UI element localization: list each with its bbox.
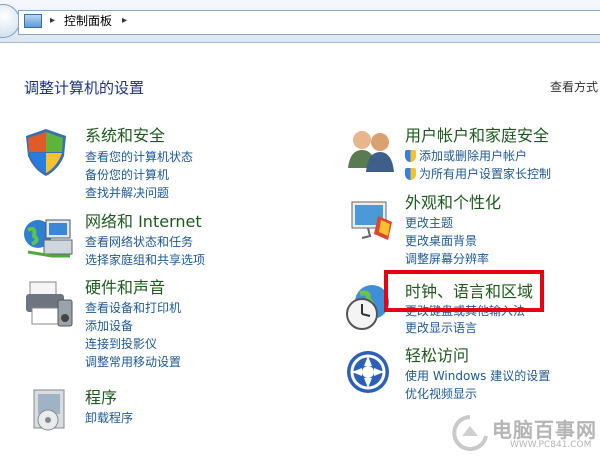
programs-icon[interactable] bbox=[28, 388, 72, 432]
breadcrumb-arrow-icon[interactable]: ▸ bbox=[50, 14, 55, 28]
category-title-ease-of-access[interactable]: 轻松访问 bbox=[405, 346, 469, 366]
watermark: 电脑百事网 WWW.PC841.COM bbox=[440, 412, 600, 456]
watermark-text: 电脑百事网 bbox=[492, 418, 597, 442]
watermark-url: WWW.PC841.COM bbox=[510, 440, 592, 450]
highlight-box bbox=[384, 270, 544, 312]
link-add-device[interactable]: 添加设备 bbox=[85, 318, 133, 334]
link-connect-projector[interactable]: 连接到投影仪 bbox=[85, 336, 157, 352]
link-windows-suggested-settings[interactable]: 使用 Windows 建议的设置 bbox=[405, 368, 550, 384]
category-title-programs[interactable]: 程序 bbox=[85, 388, 117, 408]
back-button[interactable] bbox=[0, 4, 20, 38]
printer-icon[interactable] bbox=[22, 278, 76, 330]
control-panel-icon bbox=[24, 14, 42, 28]
link-change-background[interactable]: 更改桌面背景 bbox=[405, 233, 477, 249]
watermark-logo-icon bbox=[452, 415, 488, 451]
page-title: 调整计算机的设置 bbox=[24, 79, 145, 97]
link-find-fix-problems[interactable]: 查找并解决问题 bbox=[85, 185, 169, 201]
link-optimize-video[interactable]: 优化视频显示 bbox=[405, 386, 477, 402]
link-add-remove-accounts[interactable]: 添加或删除用户帐户 bbox=[405, 148, 527, 164]
uac-shield-icon bbox=[405, 168, 416, 180]
link-add-remove-accounts-label: 添加或删除用户帐户 bbox=[419, 149, 528, 163]
ease-of-access-icon[interactable] bbox=[344, 348, 392, 396]
network-icon[interactable] bbox=[22, 212, 76, 262]
breadcrumb-arrow-icon[interactable]: ▸ bbox=[122, 14, 127, 28]
link-display-language[interactable]: 更改显示语言 bbox=[405, 320, 477, 336]
link-uninstall-program[interactable]: 卸载程序 bbox=[85, 410, 133, 426]
address-bar: ▸ 控制面板 ▸ bbox=[0, 0, 600, 43]
link-homegroup-sharing[interactable]: 选择家庭组和共享选项 bbox=[85, 252, 205, 268]
category-title-user-accounts[interactable]: 用户帐户和家庭安全 bbox=[405, 126, 549, 146]
link-change-theme[interactable]: 更改主题 bbox=[405, 215, 453, 231]
link-parental-controls[interactable]: 为所有用户设置家长控制 bbox=[405, 166, 551, 182]
link-backup-computer[interactable]: 备份您的计算机 bbox=[85, 167, 169, 183]
category-title-hardware-sound[interactable]: 硬件和声音 bbox=[85, 278, 165, 298]
link-screen-resolution[interactable]: 调整屏幕分辨率 bbox=[405, 251, 489, 267]
category-title-network-internet[interactable]: 网络和 Internet bbox=[85, 212, 202, 232]
link-devices-printers[interactable]: 查看设备和打印机 bbox=[85, 300, 181, 316]
category-title-system-security[interactable]: 系统和安全 bbox=[85, 126, 165, 146]
appearance-icon[interactable] bbox=[348, 196, 396, 244]
system-security-icon[interactable] bbox=[22, 126, 74, 178]
view-by-label[interactable]: 查看方式 bbox=[550, 78, 598, 95]
user-accounts-icon[interactable] bbox=[346, 126, 398, 174]
link-mobility-settings[interactable]: 调整常用移动设置 bbox=[85, 354, 181, 370]
breadcrumb-control-panel[interactable]: 控制面板 bbox=[64, 12, 112, 30]
category-title-appearance[interactable]: 外观和个性化 bbox=[405, 193, 501, 213]
link-parental-controls-label: 为所有用户设置家长控制 bbox=[419, 167, 552, 181]
uac-shield-icon bbox=[405, 150, 416, 162]
link-view-network-status[interactable]: 查看网络状态和任务 bbox=[85, 234, 193, 250]
link-view-computer-status[interactable]: 查看您的计算机状态 bbox=[85, 149, 193, 165]
